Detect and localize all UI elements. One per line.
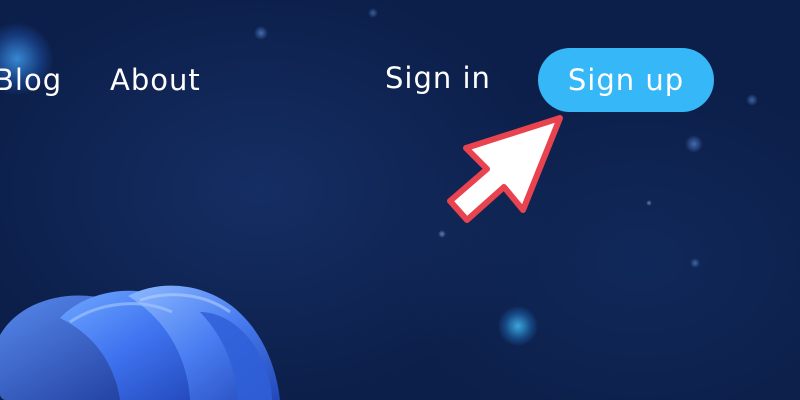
bokeh-light (646, 200, 652, 206)
sign-up-button[interactable]: Sign up (538, 48, 714, 112)
bokeh-light (498, 306, 538, 346)
bokeh-light (254, 26, 268, 40)
nav-link-blog[interactable]: Blog (0, 62, 62, 98)
page-frame: Blog About Sign in Sign up (0, 0, 800, 400)
bokeh-light (690, 258, 700, 268)
sign-in-link[interactable]: Sign in (385, 60, 491, 96)
bokeh-light (368, 8, 378, 18)
bokeh-light (438, 230, 446, 238)
bokeh-light (685, 135, 703, 153)
nav-link-about[interactable]: About (110, 62, 201, 98)
bokeh-light (746, 94, 758, 106)
